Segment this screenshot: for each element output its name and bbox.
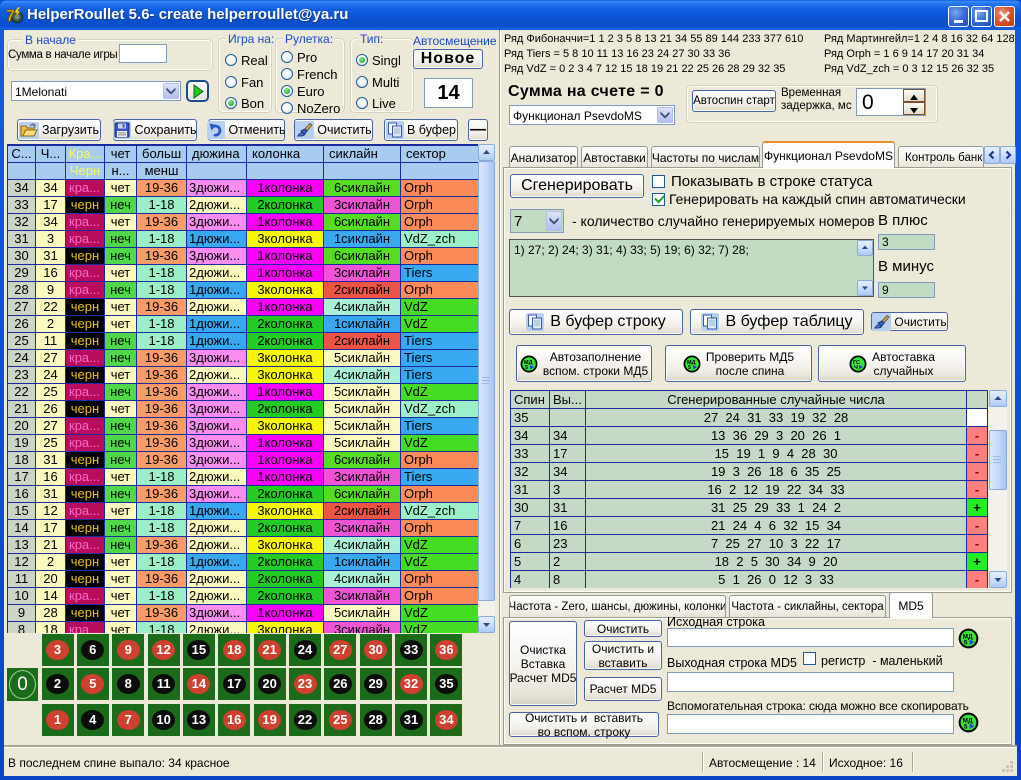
- svg-text:5: 5: [964, 639, 968, 646]
- svg-text:Ч: Ч: [854, 365, 858, 371]
- svg-text:5: 5: [964, 723, 968, 730]
- svg-text:7: 7: [6, 8, 15, 25]
- svg-text:5: 5: [688, 365, 691, 371]
- svg-text:5: 5: [525, 365, 528, 371]
